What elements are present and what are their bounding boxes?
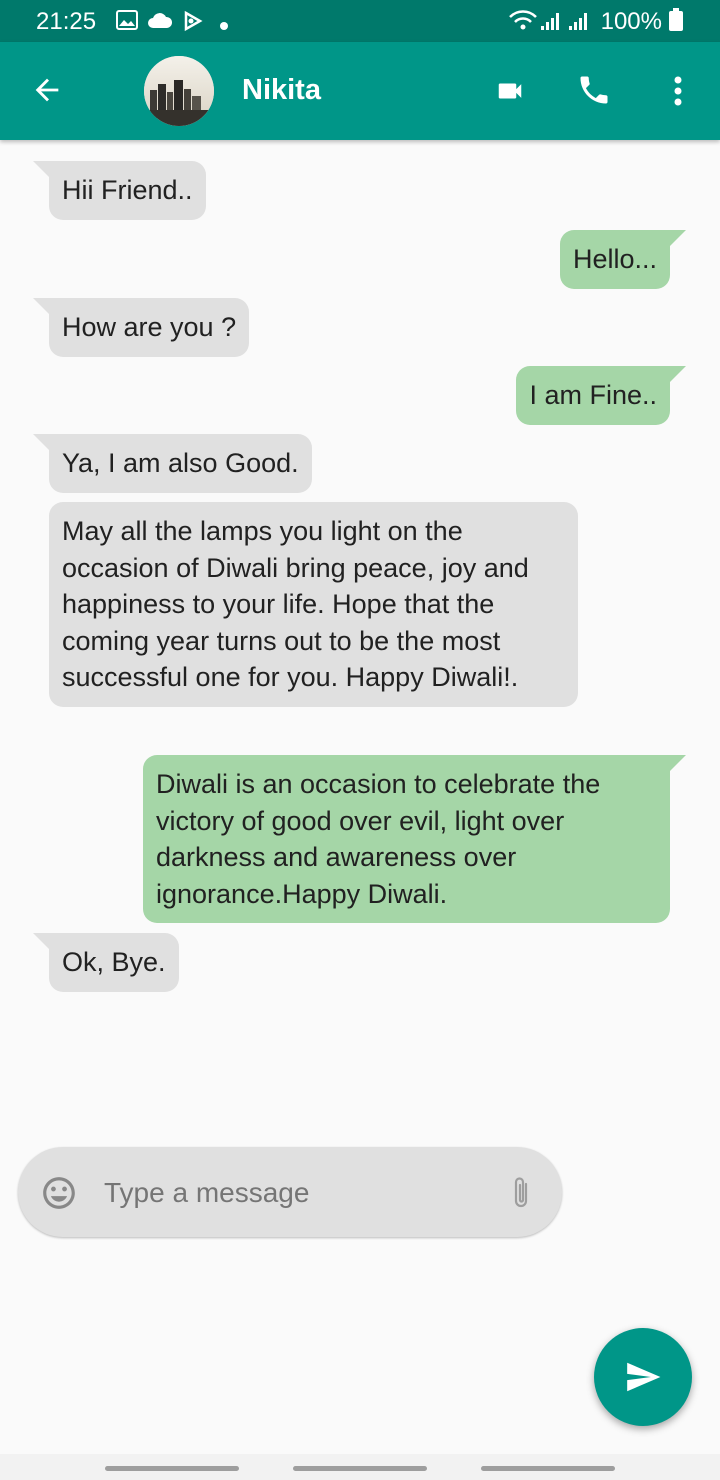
contact-avatar[interactable]: [144, 56, 214, 126]
incoming-message[interactable]: Hii Friend..: [33, 161, 206, 220]
battery-percent: 100%: [600, 8, 662, 35]
outgoing-message[interactable]: I am Fine..: [516, 366, 686, 425]
video-call-icon[interactable]: [492, 76, 528, 111]
signal-icon-1: [540, 11, 560, 36]
message-text: Hii Friend..: [62, 175, 193, 205]
incoming-message[interactable]: Ya, I am also Good.: [33, 434, 312, 493]
signal-icon-2: [568, 11, 588, 36]
message-text: I am Fine..: [529, 380, 657, 410]
emoji-icon[interactable]: [40, 1174, 78, 1217]
nav-pill-left[interactable]: [105, 1466, 239, 1471]
message-text: Ok, Bye.: [62, 947, 166, 977]
phone-icon[interactable]: [576, 72, 612, 113]
more-notifications-dot-icon: [220, 17, 228, 35]
incoming-message[interactable]: May all the lamps you light on the occas…: [49, 502, 578, 707]
message-composer: [18, 1147, 562, 1237]
send-icon: [627, 1362, 661, 1392]
app-notification-icon: [182, 10, 204, 37]
status-time: 21:25: [36, 8, 97, 35]
battery-icon: [668, 8, 684, 37]
outgoing-message[interactable]: Diwali is an occasion to celebrate the v…: [143, 755, 686, 923]
message-text: Ya, I am also Good.: [62, 448, 299, 478]
message-text: Hello...: [572, 244, 657, 274]
cloud-notification-icon: [147, 10, 173, 35]
message-text: Diwali is an occasion to celebrate the v…: [156, 769, 601, 909]
message-text: How are you ?: [62, 312, 237, 342]
message-input[interactable]: [102, 1169, 486, 1217]
more-vert-icon[interactable]: [672, 74, 684, 113]
nav-pill-right[interactable]: [481, 1466, 615, 1471]
incoming-message[interactable]: How are you ?: [33, 298, 250, 357]
send-button[interactable]: [594, 1328, 692, 1426]
outgoing-message[interactable]: Hello...: [559, 230, 686, 289]
chat-app-bar: Nikita: [0, 42, 720, 140]
message-text: May all the lamps you light on the occas…: [62, 516, 529, 692]
wifi-icon: [508, 9, 538, 36]
back-arrow-icon[interactable]: [30, 73, 64, 112]
nav-pill-home[interactable]: [293, 1466, 427, 1471]
attach-icon[interactable]: [510, 1174, 532, 1217]
gesture-nav-bar: [0, 1454, 720, 1480]
contact-name[interactable]: Nikita: [242, 74, 321, 107]
incoming-message[interactable]: Ok, Bye.: [33, 933, 179, 992]
status-bar: 21:25 100%: [0, 0, 720, 42]
gallery-notification-icon: [116, 10, 138, 35]
